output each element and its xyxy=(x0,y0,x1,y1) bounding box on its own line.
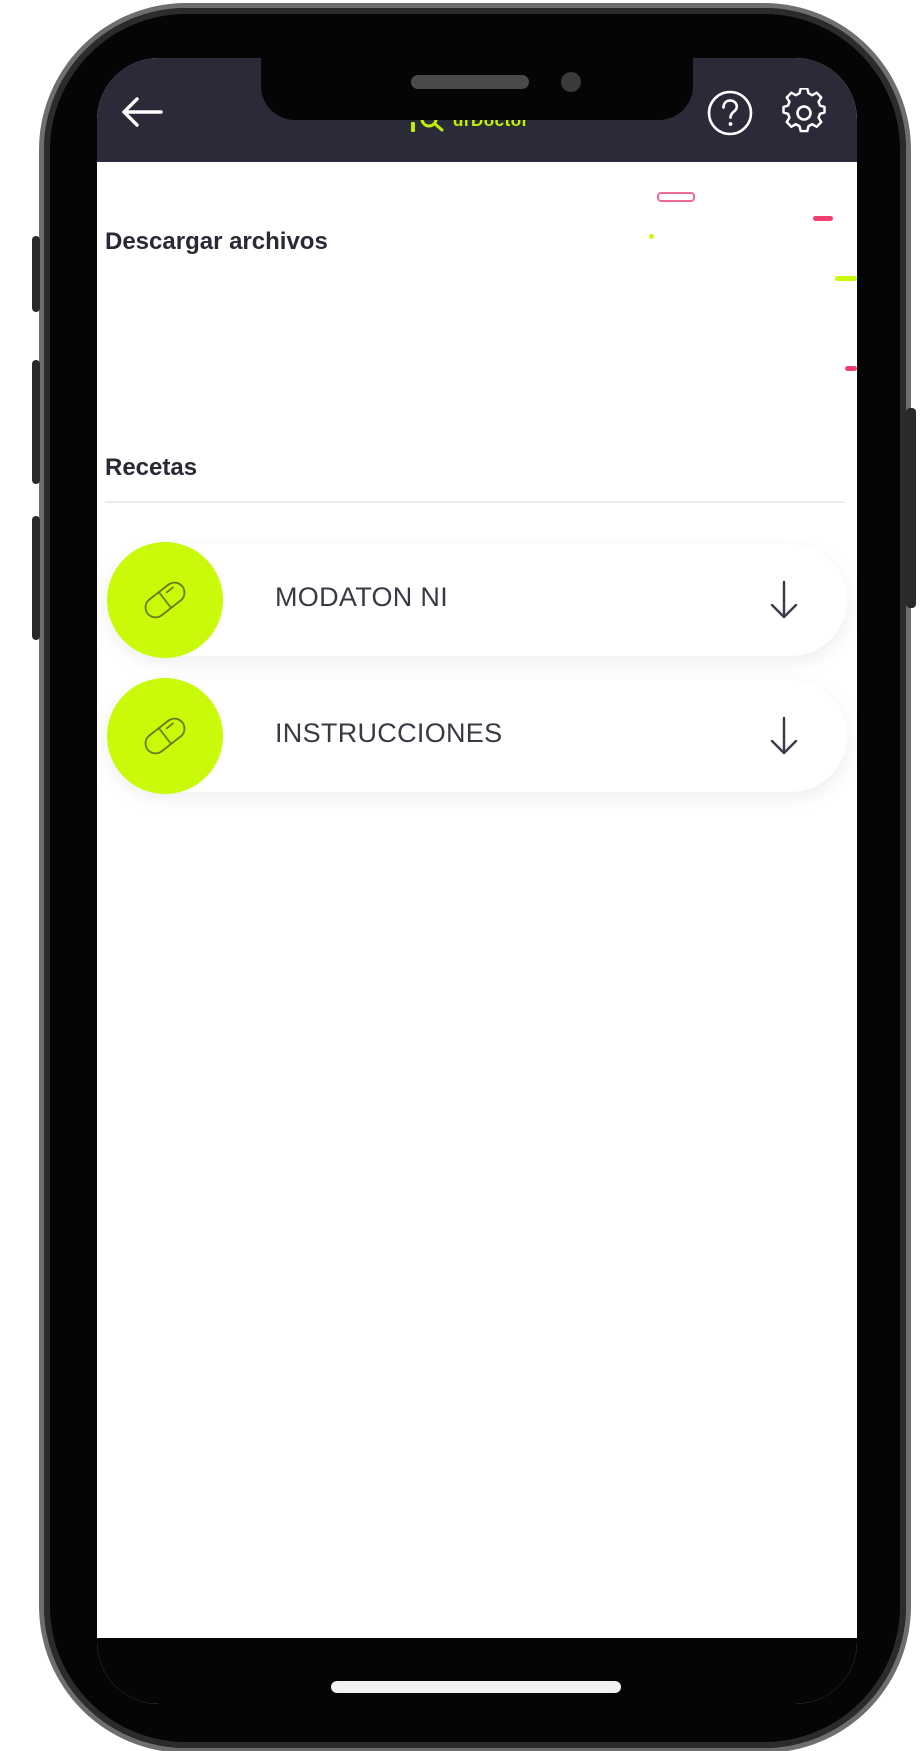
front-camera xyxy=(561,72,581,92)
arrow-down-icon xyxy=(770,580,798,619)
file-card-instrucciones[interactable]: INSTRUCCIONES xyxy=(107,678,847,794)
file-label: INSTRUCCIONES xyxy=(275,718,503,748)
pill-icon xyxy=(144,717,186,755)
volume-up-button xyxy=(32,360,40,484)
pill-badge xyxy=(107,542,223,658)
bottom-bar xyxy=(97,1638,857,1704)
decor-pink-dash-small xyxy=(845,366,857,371)
recipes-section-title: Recetas xyxy=(105,454,198,481)
silent-switch xyxy=(32,236,40,312)
gear-icon xyxy=(782,87,826,133)
decor-green-dash xyxy=(835,276,857,281)
speaker-grille xyxy=(411,75,529,89)
download-button[interactable] xyxy=(759,574,809,626)
decor-pink-outline xyxy=(657,192,695,202)
pill-badge xyxy=(107,678,223,794)
arrow-left-icon xyxy=(122,97,163,127)
arrow-down-icon xyxy=(770,716,798,755)
decor-pink-dash xyxy=(813,216,833,221)
file-card-modaton[interactable]: MODATON NI xyxy=(107,542,847,658)
page: drDoctor Descargar archivos Recetas MODA… xyxy=(0,0,920,1751)
power-button xyxy=(906,408,916,608)
download-button[interactable] xyxy=(759,710,809,762)
question-circle-icon xyxy=(707,90,753,136)
back-button[interactable] xyxy=(117,88,165,136)
volume-down-button xyxy=(32,516,40,640)
decor-green-dot xyxy=(649,234,654,239)
help-button[interactable] xyxy=(705,88,755,138)
download-section-title: Descargar archivos xyxy=(105,228,328,255)
home-indicator[interactable] xyxy=(331,1681,621,1693)
section-divider xyxy=(105,501,845,503)
phone-notch xyxy=(261,58,693,120)
settings-button[interactable] xyxy=(779,87,829,138)
file-label: MODATON NI xyxy=(275,582,449,612)
pill-icon xyxy=(144,581,186,619)
app-screen: drDoctor Descargar archivos Recetas MODA… xyxy=(97,58,857,1704)
